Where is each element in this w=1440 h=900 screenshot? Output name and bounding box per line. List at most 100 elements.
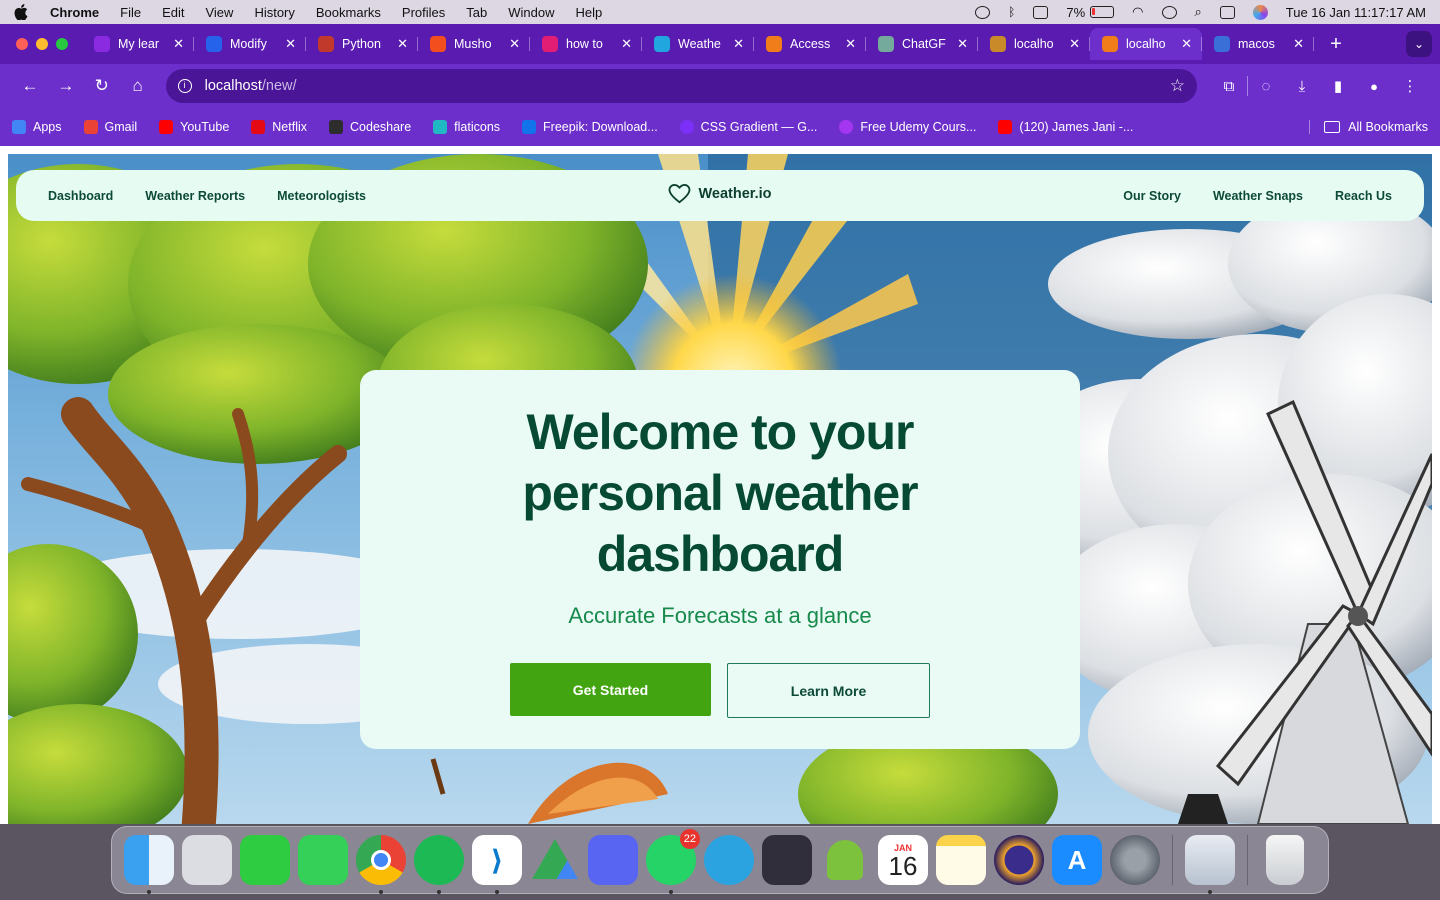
whatsapp-icon[interactable]: 22 xyxy=(646,829,700,894)
messages-icon[interactable] xyxy=(298,835,348,885)
nav-link-reach-us[interactable]: Reach Us xyxy=(1335,189,1392,203)
more-menu-icon[interactable]: ⋮ xyxy=(1392,71,1428,101)
address-bar[interactable]: i localhost/new/ ☆ xyxy=(165,69,1197,103)
minimize-window-button[interactable] xyxy=(36,38,48,50)
browser-tab-active[interactable]: localho ✕ xyxy=(1090,28,1202,60)
bookmark-youtube[interactable]: YouTube xyxy=(159,120,229,134)
bookmark-freepik[interactable]: Freepik: Download... xyxy=(522,120,658,134)
finder-icon[interactable] xyxy=(124,835,174,894)
learn-more-button[interactable]: Learn More xyxy=(727,663,930,718)
menu-bookmarks[interactable]: Bookmarks xyxy=(316,5,381,20)
bookmark-codeshare[interactable]: Codeshare xyxy=(329,120,411,134)
bookmark-flaticons[interactable]: flaticons xyxy=(433,120,500,134)
notes-icon[interactable] xyxy=(936,835,986,885)
browser-tab[interactable]: how to ✕ xyxy=(530,28,642,60)
all-bookmarks[interactable]: All Bookmarks xyxy=(1309,120,1428,134)
tab-close-icon[interactable]: ✕ xyxy=(733,36,744,52)
android-studio-icon[interactable] xyxy=(820,835,870,885)
tab-close-icon[interactable]: ✕ xyxy=(957,36,968,52)
calendar-icon[interactable]: JAN 16 xyxy=(878,835,928,885)
menu-help[interactable]: Help xyxy=(576,5,603,20)
play-status-icon[interactable] xyxy=(975,5,991,19)
control-center-icon[interactable] xyxy=(1219,5,1235,19)
user-icon[interactable] xyxy=(1161,5,1177,19)
bookmark-james-jani[interactable]: (120) James Jani -... xyxy=(998,120,1133,134)
bookmark-star-icon[interactable]: ☆ xyxy=(1170,76,1185,96)
browser-tab[interactable]: localho ✕ xyxy=(978,28,1090,60)
menu-edit[interactable]: Edit xyxy=(162,5,184,20)
profile-avatar[interactable]: ● xyxy=(1356,71,1392,101)
bluetooth-icon[interactable]: ᛒ xyxy=(1008,5,1015,19)
side-panel-icon[interactable]: ▮ xyxy=(1320,71,1356,101)
tab-close-icon[interactable]: ✕ xyxy=(173,36,184,52)
site-info-icon[interactable]: i xyxy=(177,79,192,93)
browser-tab[interactable]: ChatGF ✕ xyxy=(866,28,978,60)
launchpad-icon[interactable] xyxy=(182,835,232,885)
menu-profiles[interactable]: Profiles xyxy=(402,5,445,20)
browser-tab[interactable]: Python ✕ xyxy=(306,28,418,60)
nav-link-dashboard[interactable]: Dashboard xyxy=(48,189,113,203)
menu-chrome[interactable]: Chrome xyxy=(50,5,99,20)
menubar-clock[interactable]: Tue 16 Jan 11:17:17 AM xyxy=(1286,5,1426,20)
browser-tab[interactable]: Access ✕ xyxy=(754,28,866,60)
eclipse-icon[interactable] xyxy=(994,835,1044,885)
browser-tab[interactable]: macos ✕ xyxy=(1202,28,1314,60)
apple-icon[interactable] xyxy=(14,4,28,20)
tab-close-icon[interactable]: ✕ xyxy=(1181,36,1192,52)
bookmark-gmail[interactable]: Gmail xyxy=(83,120,137,134)
nav-link-weather-reports[interactable]: Weather Reports xyxy=(145,189,245,203)
nav-link-our-story[interactable]: Our Story xyxy=(1123,189,1181,203)
new-tab-icon[interactable]: + xyxy=(1324,33,1348,56)
siri-icon[interactable] xyxy=(1252,4,1268,20)
keyboard-icon[interactable] xyxy=(1033,5,1049,19)
home-icon[interactable]: ⌂ xyxy=(120,70,156,102)
facetime-icon[interactable] xyxy=(240,835,290,885)
nav-link-weather-snaps[interactable]: Weather Snaps xyxy=(1213,189,1303,203)
tab-close-icon[interactable]: ✕ xyxy=(1293,36,1304,52)
menu-history[interactable]: History xyxy=(254,5,294,20)
menu-file[interactable]: File xyxy=(120,5,141,20)
chrome-icon[interactable] xyxy=(356,835,406,894)
tab-close-icon[interactable]: ✕ xyxy=(285,36,296,52)
back-arrow-icon[interactable]: ← xyxy=(12,70,48,102)
close-window-button[interactable] xyxy=(16,38,28,50)
spotlight-search-icon[interactable]: ⌕ xyxy=(1195,4,1202,20)
bookmark-css-gradient[interactable]: CSS Gradient — G... xyxy=(679,120,817,134)
bookmark-udemy[interactable]: Free Udemy Cours... xyxy=(839,120,976,134)
browser-tab[interactable]: Musho ✕ xyxy=(418,28,530,60)
vscode-icon[interactable]: ⟩ xyxy=(472,835,522,894)
tab-close-icon[interactable]: ✕ xyxy=(845,36,856,52)
preferences-gear-icon[interactable] xyxy=(1185,835,1235,894)
battery-indicator[interactable]: 7% xyxy=(1066,5,1115,20)
browser-tab[interactable]: My lear ✕ xyxy=(82,28,194,60)
discord-icon[interactable] xyxy=(588,835,638,885)
tab-close-icon[interactable]: ✕ xyxy=(621,36,632,52)
menu-window[interactable]: Window xyxy=(508,5,554,20)
reload-icon[interactable]: ↻ xyxy=(84,70,120,102)
obs-icon[interactable] xyxy=(762,835,812,885)
nav-link-meteorologists[interactable]: Meteorologists xyxy=(277,189,366,203)
menu-view[interactable]: View xyxy=(205,5,233,20)
zoom-window-button[interactable] xyxy=(56,38,68,50)
bookmark-apps[interactable]: Apps xyxy=(12,120,62,134)
system-settings-icon[interactable] xyxy=(1110,835,1160,885)
google-drive-icon[interactable] xyxy=(532,839,578,879)
spotify-icon[interactable] xyxy=(414,835,464,894)
bookmark-netflix[interactable]: Netflix xyxy=(251,120,307,134)
menu-tab[interactable]: Tab xyxy=(466,5,487,20)
site-logo[interactable]: Weather.io xyxy=(668,184,772,204)
get-started-button[interactable]: Get Started xyxy=(510,663,711,716)
forward-arrow-icon[interactable]: → xyxy=(48,70,84,102)
download-icon[interactable]: ⤓ xyxy=(1284,71,1320,101)
performance-icon[interactable]: ◌ xyxy=(1248,71,1284,101)
wifi-icon[interactable]: ◠ xyxy=(1132,4,1143,20)
app-store-icon[interactable]: A xyxy=(1052,835,1102,885)
tab-close-icon[interactable]: ✕ xyxy=(397,36,408,52)
tab-close-icon[interactable]: ✕ xyxy=(509,36,520,52)
tab-search-chevron-icon[interactable]: ⌄ xyxy=(1406,31,1432,57)
browser-tab[interactable]: Modify ✕ xyxy=(194,28,306,60)
browser-tab[interactable]: Weathe ✕ xyxy=(642,28,754,60)
telegram-icon[interactable] xyxy=(704,835,754,885)
trash-icon[interactable] xyxy=(1266,835,1304,885)
extensions-icon[interactable]: ⧉ xyxy=(1211,71,1247,101)
